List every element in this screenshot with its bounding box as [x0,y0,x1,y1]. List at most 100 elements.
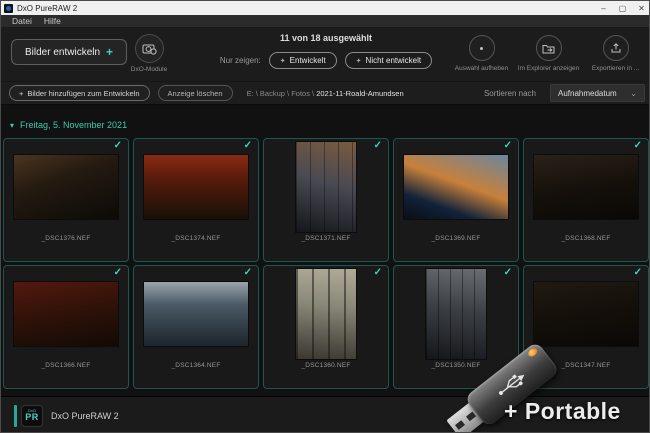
photo-filename: _DSC1364.NEF [171,362,221,369]
photo-thumbnail[interactable] [404,155,508,219]
photo-cell[interactable]: ✓ _DSC1376.NEF [3,138,129,262]
sort-label: Sortieren nach [483,88,536,98]
breadcrumb-prefix[interactable]: E: \ Backup \ Fotos \ [247,89,317,98]
add-images-button[interactable]: + Bilder hinzufügen zum Entwickeln [9,85,150,101]
menu-item-hilfe[interactable]: Hilfe [38,16,67,26]
photo-browser: ▾ Freitag, 5. November 2021 ✓ _DSC1376.N… [1,105,649,396]
sort-dropdown[interactable]: Aufnahmedatum ⌄ [550,84,645,102]
photo-filename: _DSC1374.NEF [171,235,221,242]
photo-area [134,139,258,235]
photo-filename: _DSC1368.NEF [561,235,611,242]
photo-cell[interactable]: ✓ _DSC1360.NEF [263,265,389,389]
photo-filename: _DSC1347.NEF [561,362,611,369]
photo-area [264,266,388,362]
statusbar-app-name: DxO PureRAW 2 [51,410,119,421]
photo-filename: _DSC1360.NEF [301,362,351,369]
photo-thumbnail[interactable] [14,155,118,219]
selection-filter-group: 11 von 18 ausgewählt Nur zeigen: ✦ Entwi… [166,33,486,69]
photo-filename: _DSC1369.NEF [431,235,481,242]
add-images-label: Bilder hinzufügen zum Entwickeln [27,88,140,98]
pureraw-logo: DxO PR [21,404,43,427]
collapse-caret-icon: ▾ [10,120,15,130]
photo-area [394,139,518,235]
photo-area [524,266,648,362]
photo-thumbnail[interactable] [296,269,356,359]
camera-module-icon [142,44,157,55]
window-controls: – ▢ ✕ [594,1,649,15]
main-toolbar: Bilder entwickeln + DxO-Module 11 von 18… [1,28,649,81]
date-group-title: Freitag, 5. November 2021 [20,120,128,130]
breadcrumb[interactable]: E: \ Backup \ Fotos \ 2021-11-Roald-Amun… [247,89,404,98]
develop-images-label: Bilder entwickeln [25,46,101,58]
sparkle-icon: ✦ [355,57,362,65]
menubar: Datei Hilfe [1,15,649,28]
filter-developed-label: Entwickelt [289,56,326,65]
export-button[interactable] [602,35,629,61]
photo-cell[interactable]: ✓ _DSC1369.NEF [393,138,519,262]
selection-status: 11 von 18 ausgewählt [279,33,373,43]
photo-cell[interactable]: ✓ _DSC1347.NEF [523,265,649,389]
photo-cell[interactable]: ✓ _DSC1371.NEF [263,138,389,262]
photo-thumbnail[interactable] [534,282,638,346]
photo-area [4,139,128,235]
photo-filename: _DSC1376.NEF [41,235,91,242]
filter-developed-button[interactable]: ✦ Entwickelt [268,52,337,69]
filter-not-developed-label: Nicht entwickelt [365,56,422,65]
photo-filename: _DSC1371.NEF [301,235,351,242]
titlebar: DxO PureRAW 2 – ▢ ✕ [1,1,649,15]
photo-cell[interactable]: ✓ _DSC1364.NEF [133,265,259,389]
minimize-button[interactable]: – [594,1,613,15]
photo-cell[interactable]: ✓ _DSC1350.NEF [393,265,519,389]
sort-value: Aufnahmedatum [558,88,617,98]
filter-not-developed-button[interactable]: ✦ Nicht entwickelt [344,52,433,69]
deselect-group: Auswahl aufheben [448,35,515,72]
chevron-down-icon: ⌄ [630,88,637,98]
plus-icon: + [19,88,24,98]
breadcrumb-current: 2021-11-Roald-Amundsen [316,88,404,98]
export-group: Exportieren in ... [582,35,649,72]
clear-view-label: Anzeige löschen [167,88,223,98]
photo-area [4,266,128,362]
photo-thumbnail[interactable] [14,282,118,346]
photo-filename: _DSC1366.NEF [41,362,91,369]
explorer-label: Im Explorer anzeigen [517,65,580,72]
export-up-arrow-icon [611,43,620,53]
menu-item-datei[interactable]: Datei [6,16,38,26]
deselect-all-button[interactable] [468,35,495,61]
photo-thumbnail[interactable] [144,282,248,346]
pureraw-logo-text: PR [25,412,39,422]
photo-area [134,266,258,362]
photo-thumbnail[interactable] [426,269,486,359]
photo-area [394,266,518,362]
develop-images-button[interactable]: Bilder entwickeln + [11,39,128,65]
explorer-group: Im Explorer anzeigen [515,35,582,72]
photo-cell[interactable]: ✓ _DSC1374.NEF [133,138,259,262]
clear-view-button[interactable]: Anzeige löschen [157,85,233,101]
plus-icon: + [106,45,114,59]
dxo-module-button[interactable] [134,34,164,63]
toolbar-right-actions: Auswahl aufheben Im Explorer anzeigen Ex… [448,35,649,72]
folder-icon [542,44,555,53]
photo-thumbnail[interactable] [534,155,638,219]
window-title: DxO PureRAW 2 [17,3,78,13]
maximize-button[interactable]: ▢ [613,1,632,15]
app-icon [4,3,13,13]
photo-area [524,139,648,235]
statusbar: DxO PR DxO PureRAW 2 [1,396,649,432]
export-label: Exportieren in ... [591,65,640,72]
show-in-explorer-button[interactable] [535,35,562,61]
photo-filename: _DSC1350.NEF [431,362,481,369]
date-group-header[interactable]: ▾ Freitag, 5. November 2021 [10,120,127,130]
photo-cell[interactable]: ✓ _DSC1366.NEF [3,265,129,389]
filter-row: Nur zeigen: ✦ Entwickelt ✦ Nicht entwick… [219,52,433,69]
app-window: DxO PureRAW 2 – ▢ ✕ Datei Hilfe Bilder e… [0,0,650,433]
sort-area: Sortieren nach Aufnahmedatum ⌄ [483,84,649,102]
filter-label: Nur zeigen: [219,56,261,65]
deselect-dot-icon [480,46,483,50]
photo-thumbnail[interactable] [296,142,356,232]
action-toolbar: + Bilder hinzufügen zum Entwickeln Anzei… [1,81,649,105]
close-button[interactable]: ✕ [632,1,649,15]
photo-cell[interactable]: ✓ _DSC1368.NEF [523,138,649,262]
statusbar-accent-bar [14,404,17,427]
photo-thumbnail[interactable] [144,155,248,219]
